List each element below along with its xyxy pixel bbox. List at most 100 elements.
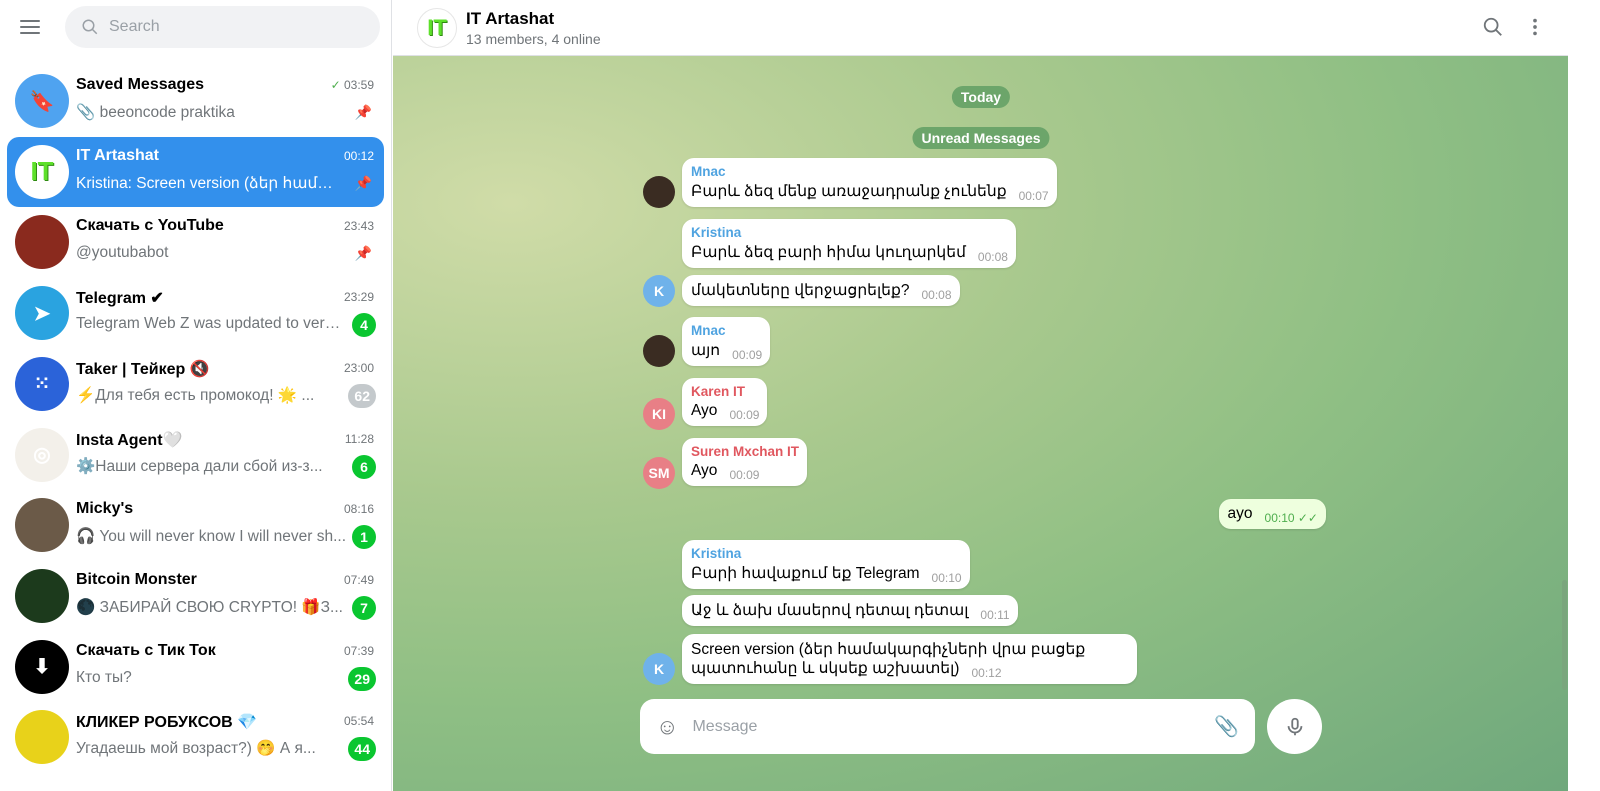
chat-preview: Kristina: Screen version (ձեր համակ... bbox=[76, 174, 346, 192]
unread-badge: 4 bbox=[352, 313, 376, 338]
chat-name: Saved Messages bbox=[76, 76, 205, 93]
group-avatar[interactable]: IT bbox=[417, 8, 457, 48]
message-time: 00:09 bbox=[729, 408, 760, 422]
unread-badge: 44 bbox=[348, 737, 376, 762]
unread-badge: 7 bbox=[352, 595, 376, 620]
message-bubble[interactable]: Mnac Բարև ձեզ մենք առաջադրանք չունենք 00:0… bbox=[682, 158, 1057, 207]
attach-icon[interactable]: 📎 bbox=[1214, 714, 1239, 739]
message-text: Բարև ձեզ մենք առաջադրանք չունենք bbox=[691, 183, 1007, 200]
chat-preview: ⚡Для тебя есть промокод! 🌟 ... bbox=[76, 386, 315, 404]
message-time: 00:09 bbox=[729, 468, 760, 482]
message-text: ayo bbox=[1227, 505, 1253, 522]
chat-name: Taker | Тейкер 🔇 bbox=[76, 360, 210, 378]
sender-name[interactable]: Mnac bbox=[691, 164, 1049, 179]
menu-icon[interactable] bbox=[18, 16, 42, 40]
message-bubble[interactable]: Աջ և ձախ մասերով դետալ դետալ 00:11 bbox=[682, 595, 1018, 626]
chat-avatar bbox=[15, 568, 69, 623]
avatar-kristina[interactable]: K bbox=[643, 653, 675, 685]
search-input[interactable]: Search bbox=[65, 6, 380, 48]
chat-preview: ⚙️Наши сервера дали сбой из-з... bbox=[76, 457, 323, 475]
chat-preview: @youtubabot bbox=[76, 244, 169, 262]
chat-item[interactable]: 🔖 Saved Messages ✓ 03:59 📎 beeoncode pra… bbox=[7, 66, 384, 136]
search-icon bbox=[82, 19, 98, 35]
chat-name: Insta Agent🤍 bbox=[76, 431, 183, 449]
unread-badge: 29 bbox=[348, 666, 376, 691]
message-time: 00:07 bbox=[1018, 189, 1049, 203]
chat-item[interactable]: Bitcoin Monster 07:49 🌑 ЗАБИРАЙ СВОЮ CRY… bbox=[7, 561, 384, 631]
microphone-icon bbox=[1287, 717, 1302, 735]
message-bubble[interactable]: մակետները վերջացրելեք? 00:08 bbox=[682, 275, 960, 306]
sender-name[interactable]: Kristina bbox=[691, 225, 1008, 240]
chat-time: 11:28 bbox=[344, 431, 374, 446]
avatar-mnac[interactable] bbox=[643, 176, 675, 208]
chat-avatar: ◎ bbox=[15, 427, 69, 482]
avatar-kristina[interactable]: K bbox=[643, 275, 675, 307]
microphone-button[interactable] bbox=[1267, 699, 1322, 754]
chat-preview: 🎧 You will never know I will never sh... bbox=[76, 528, 346, 546]
search-icon[interactable] bbox=[1481, 16, 1505, 40]
message-bubble[interactable]: Mnac այո 00:09 bbox=[682, 317, 771, 366]
scrollbar-thumb[interactable] bbox=[1562, 580, 1567, 690]
pin-icon: 📌 bbox=[354, 245, 372, 262]
more-icon[interactable] bbox=[1523, 16, 1547, 40]
chat-avatar bbox=[15, 498, 69, 553]
chat-item[interactable]: ◎ Insta Agent🤍 11:28 ⚙️Наши сервера дали… bbox=[7, 420, 384, 490]
chat-name: Скачать с Тик Ток bbox=[76, 641, 216, 659]
sender-name[interactable]: Karen IT bbox=[691, 384, 759, 399]
chat-avatar: ⁙ bbox=[15, 356, 69, 411]
message-text: Ayo bbox=[691, 402, 718, 419]
message-time: 00:10 bbox=[931, 571, 962, 585]
avatar-mnac[interactable] bbox=[643, 335, 675, 367]
chat-time: 00:12 bbox=[343, 148, 374, 163]
sender-name[interactable]: Kristina bbox=[691, 546, 962, 561]
chat-time: 07:49 bbox=[343, 572, 374, 587]
chat-avatar: IT bbox=[15, 144, 69, 199]
chat-avatar bbox=[15, 215, 69, 270]
pin-icon: 📌 bbox=[354, 174, 372, 191]
message-bubble[interactable]: ayo 00:10 ✓✓ bbox=[1218, 499, 1326, 529]
chat-time: 23:29 bbox=[343, 290, 374, 305]
chat-title[interactable]: IT Artashat bbox=[466, 9, 554, 29]
chat-name: Скачать с YouTube bbox=[76, 217, 224, 235]
chat-item[interactable]: IT IT Artashat 00:12 Kristina: Screen ve… bbox=[7, 136, 384, 207]
chat-item[interactable]: Скачать с YouTube 23:43 @youtubabot 📌 bbox=[7, 207, 384, 277]
chat-item[interactable]: ⬇ Скачать с Тик Ток 07:39 Кто ты? 29 bbox=[7, 632, 384, 702]
chat-item[interactable]: ⁙ Taker | Тейкер 🔇 23:00 ⚡Для тебя есть … bbox=[7, 349, 384, 419]
chat-avatar: ⬇ bbox=[15, 639, 69, 694]
sender-name[interactable]: Mnac bbox=[691, 323, 762, 338]
message-placeholder: Message bbox=[692, 717, 758, 735]
read-check-icon: ✓ bbox=[330, 78, 344, 92]
date-label: Today bbox=[951, 86, 1011, 108]
unread-badge: 6 bbox=[352, 454, 376, 479]
message-bubble[interactable]: Kristina Բարև ձեզ բարի հիմա կուղարկեմ 00:0… bbox=[682, 219, 1016, 268]
message-input[interactable]: ☺ Message 📎 bbox=[640, 699, 1255, 754]
message-text: մակետները վերջացրելեք? bbox=[691, 282, 910, 299]
message-bubble[interactable]: Karen IT Ayo 00:09 bbox=[682, 378, 768, 426]
chat-item[interactable]: ➤ Telegram ✔ 23:29 Telegram Web Z was up… bbox=[7, 278, 384, 348]
message-text: Աջ և ձախ մասերով դետալ դետալ bbox=[691, 602, 969, 619]
chat-time: 08:16 bbox=[343, 502, 374, 517]
message-time: 00:10 ✓✓ bbox=[1264, 511, 1318, 525]
emoji-icon[interactable]: ☺ bbox=[656, 714, 678, 740]
chat-time: 23:00 bbox=[343, 360, 374, 375]
avatar-karen[interactable]: KI bbox=[643, 398, 675, 430]
chat-name: КЛИКЕР РОБУКСОВ 💎 bbox=[76, 714, 258, 732]
message-text: Բարև ձեզ բարի հիմա կուղարկեմ bbox=[691, 244, 966, 261]
avatar-suren[interactable]: SM bbox=[643, 457, 675, 489]
chat-time: 23:43 bbox=[343, 219, 374, 234]
pin-icon: 📌 bbox=[354, 104, 372, 120]
message-bubble[interactable]: Suren Mxchan IT Ayo 00:09 bbox=[682, 438, 808, 486]
search-placeholder: Search bbox=[109, 18, 160, 35]
chat-time: ✓ 03:59 bbox=[330, 78, 374, 92]
sender-name[interactable]: Suren Mxchan IT bbox=[691, 444, 799, 459]
chat-item[interactable]: КЛИКЕР РОБУКСОВ 💎 05:54 Угадаешь мой воз… bbox=[7, 702, 384, 772]
chat-preview: Угадаешь мой возраст?) 🤭 А я... bbox=[76, 740, 316, 758]
message-bubble[interactable]: Kristina Բարի հավաքում եք Telegram 00:10 bbox=[682, 540, 970, 589]
chat-time: 07:39 bbox=[343, 643, 374, 658]
message-bubble[interactable]: Screen version (ձեր համակարգիչների վրա բ… bbox=[682, 634, 1137, 684]
chat-item[interactable]: Micky's 08:16 🎧 You will never know I wi… bbox=[7, 490, 384, 560]
chat-name: Micky's bbox=[76, 500, 134, 518]
chat-name: IT Artashat bbox=[76, 146, 159, 164]
unread-badge: 1 bbox=[352, 525, 376, 550]
message-text: Ayo bbox=[691, 462, 718, 479]
